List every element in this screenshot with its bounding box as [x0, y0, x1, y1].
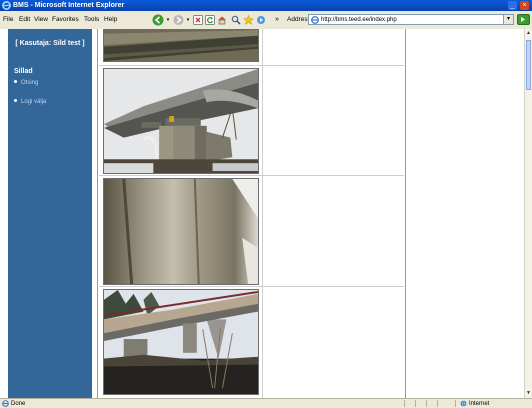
photo-gallery [99, 29, 404, 398]
address-dropdown-icon[interactable]: ▾ [503, 15, 513, 24]
search-icon[interactable] [231, 14, 241, 26]
photo-image [104, 69, 258, 173]
address-input[interactable]: http://bms.teed.ee/index.php ▾ [308, 14, 514, 25]
photo-bridge-deck[interactable] [103, 29, 259, 62]
minimize-button[interactable]: _ [508, 1, 517, 10]
menu-edit[interactable]: Edit [19, 16, 30, 24]
nav-link-otsing[interactable]: Otsing [14, 79, 38, 87]
scroll-down-icon[interactable]: ▼ [525, 389, 532, 397]
scroll-up-icon[interactable]: ▲ [525, 29, 532, 37]
status-cell [437, 400, 448, 407]
page-content: [ Kasutaja: Sild test ] Sillad Otsing Lo… [0, 29, 524, 398]
section-title: Sillad [14, 68, 33, 75]
address-url: http://bms.teed.ee/index.php [321, 17, 397, 23]
status-cell [426, 400, 437, 407]
frame-divider [405, 29, 406, 398]
forward-dropdown-icon[interactable]: ▾ [185, 14, 191, 26]
menu-file[interactable]: File [3, 16, 13, 24]
nav-link-label: Otsing [21, 80, 39, 86]
ie-logo-icon [2, 1, 11, 10]
favorites-star-icon[interactable] [243, 14, 254, 26]
window-title: BMS - Microsoft Internet Explorer [13, 2, 125, 9]
bullet-icon [14, 99, 17, 102]
photo-image [104, 30, 258, 61]
home-icon[interactable] [217, 14, 227, 26]
forward-arrow-icon[interactable] [173, 14, 184, 26]
status-text: Done [11, 401, 26, 407]
status-bar: Done Internet [0, 398, 532, 408]
security-zone-label: Internet [469, 401, 490, 407]
stop-icon[interactable] [193, 14, 203, 26]
close-button[interactable]: × [520, 1, 529, 10]
sidebar: [ Kasutaja: Sild test ] Sillad Otsing Lo… [8, 29, 92, 398]
page-icon [311, 16, 319, 24]
menu-help[interactable]: Help [104, 16, 117, 24]
scroll-thumb[interactable] [526, 40, 531, 90]
go-icon[interactable] [517, 14, 530, 25]
photo-image [104, 179, 258, 284]
nav-link-logout[interactable]: Logi välja [14, 98, 46, 106]
window-titlebar: BMS - Microsoft Internet Explorer _ × [0, 0, 532, 11]
toolbar-chevron[interactable]: » [273, 14, 281, 26]
table-column-divider [262, 29, 263, 398]
vertical-scrollbar[interactable]: ▲ ▼ [524, 29, 532, 398]
frame-divider [97, 29, 98, 398]
table-row-divider [99, 286, 404, 287]
page-done-icon [2, 400, 9, 407]
nav-link-label: Logi välja [21, 99, 47, 105]
photo-bridge-pier[interactable] [103, 68, 259, 174]
media-icon[interactable] [256, 14, 266, 26]
menu-toolbar-bar: File Edit View Favorites Tools Help ▾ ▾ [0, 11, 532, 30]
status-cell [415, 400, 426, 407]
menu-view[interactable]: View [34, 16, 48, 24]
menu-tools[interactable]: Tools [84, 16, 99, 24]
back-arrow-icon[interactable] [152, 14, 164, 26]
internet-globe-icon [460, 400, 467, 407]
back-dropdown-icon[interactable]: ▾ [165, 14, 171, 26]
user-label: [ Kasutaja: Sild test ] [15, 40, 85, 47]
refresh-icon[interactable] [205, 14, 215, 26]
photo-concrete-beam[interactable] [103, 178, 259, 285]
photo-image [104, 290, 258, 394]
table-row-divider [99, 65, 404, 66]
photo-bridge-side[interactable] [103, 289, 259, 395]
bullet-icon [14, 80, 17, 83]
status-cell [404, 400, 415, 407]
table-row-divider [99, 175, 404, 176]
menu-favorites[interactable]: Favorites [52, 16, 79, 24]
